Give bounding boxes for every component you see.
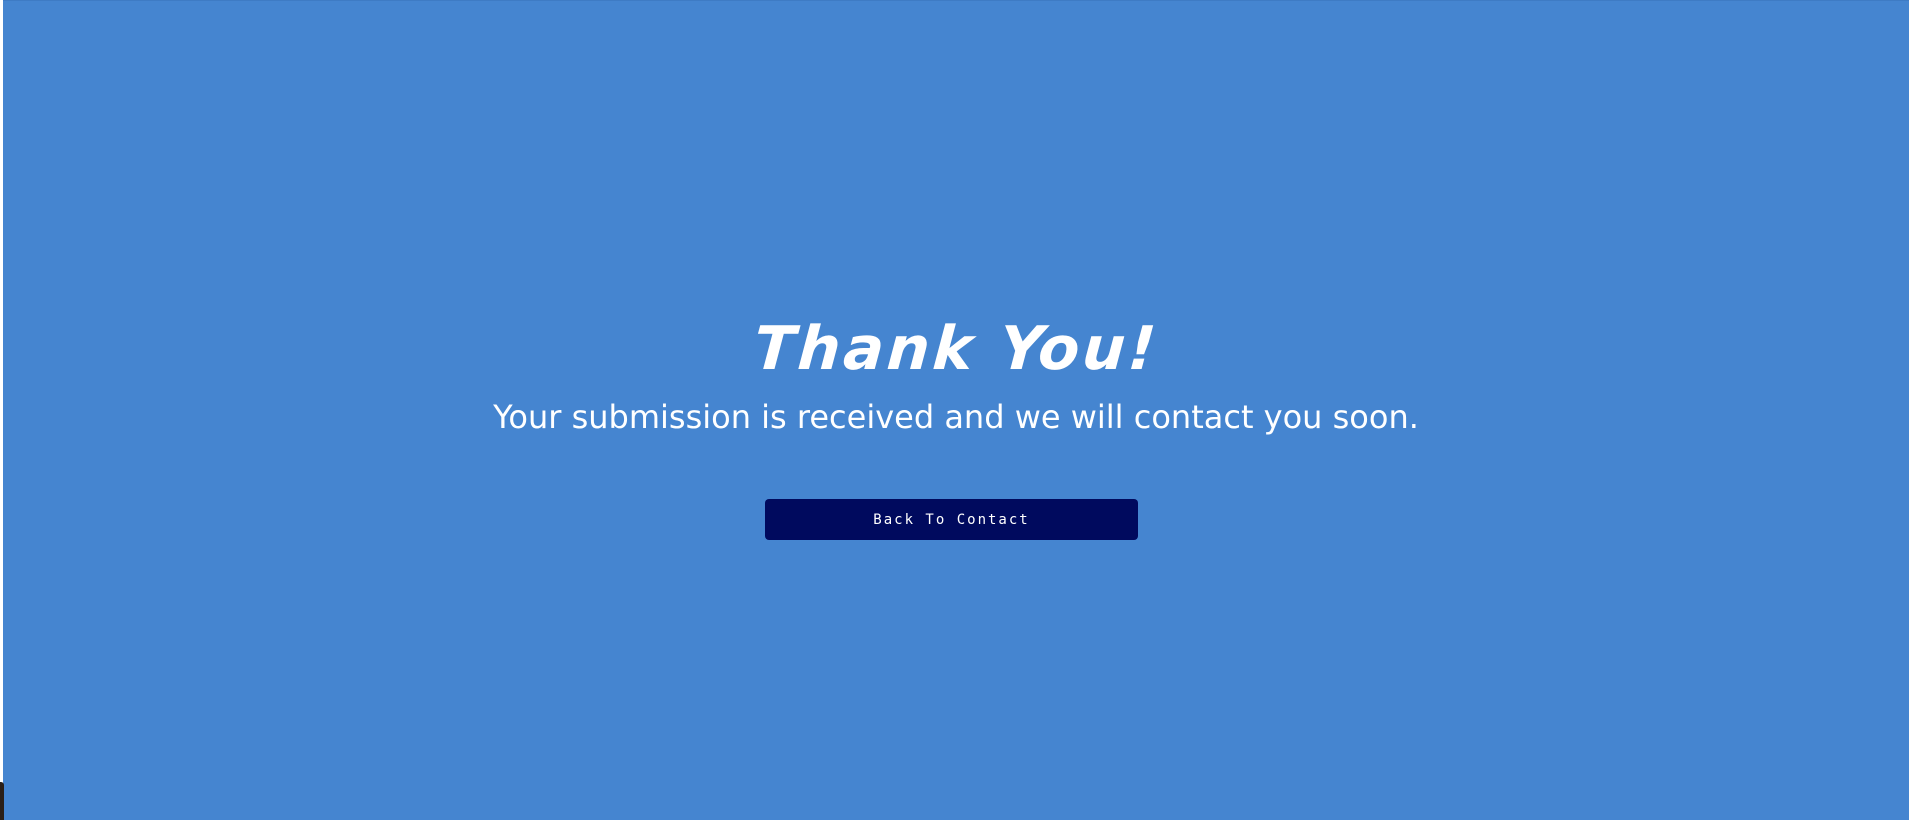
thank-you-heading: Thank You! [751,314,1161,384]
thank-you-content: Thank You! Your submission is received a… [3,305,1909,441]
corner-fragment [0,782,4,820]
confirmation-message: Your submission is received and we will … [493,398,1419,436]
back-to-contact-button[interactable]: Back To Contact [765,499,1138,540]
thank-you-page: Thank You! Your submission is received a… [0,0,1909,820]
top-divider [3,0,1909,1]
content-panel: Thank You! Your submission is received a… [3,0,1909,820]
